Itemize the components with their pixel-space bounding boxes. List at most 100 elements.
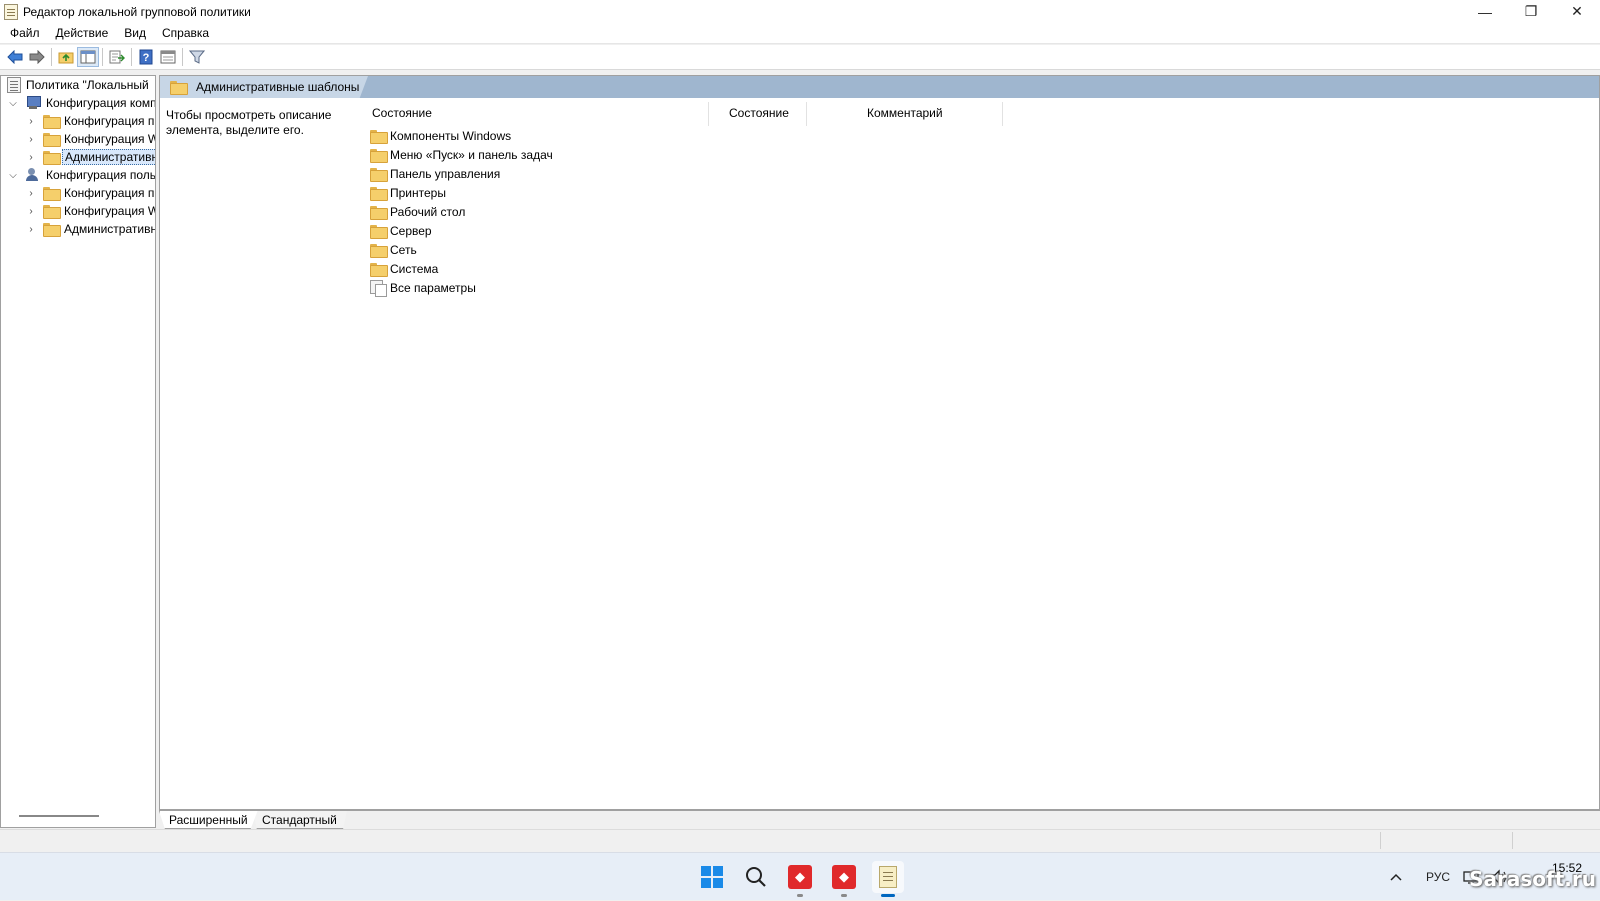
tree-item-windows-settings[interactable]: › Конфигурация W bbox=[25, 202, 155, 220]
view-tabs: Стандартный Расширенный bbox=[159, 810, 1600, 829]
console-tree-icon bbox=[80, 50, 96, 64]
window-title: Редактор локальной групповой политики bbox=[23, 4, 251, 19]
chevron-right-icon[interactable]: › bbox=[25, 151, 37, 163]
folder-icon bbox=[43, 151, 61, 165]
up-level-button[interactable] bbox=[55, 47, 77, 67]
folder-icon bbox=[370, 224, 388, 239]
list-item[interactable]: Панель управления bbox=[370, 164, 500, 183]
tree-item-user-config[interactable]: ⌵ Конфигурация поль bbox=[7, 166, 155, 184]
back-button[interactable] bbox=[4, 47, 26, 67]
forward-button[interactable] bbox=[26, 47, 48, 67]
tree-horizontal-scrollbar[interactable] bbox=[19, 815, 99, 817]
filter-button[interactable] bbox=[186, 47, 208, 67]
list-item[interactable]: Сервер bbox=[370, 221, 432, 240]
chevron-right-icon[interactable]: › bbox=[25, 115, 37, 127]
menu-bar: Файл Действие Вид Справка bbox=[0, 23, 1600, 44]
help-button[interactable]: ? bbox=[135, 47, 157, 67]
menu-help[interactable]: Справка bbox=[154, 23, 217, 44]
tray-overflow[interactable] bbox=[1390, 853, 1402, 901]
chevron-down-icon[interactable]: ⌵ bbox=[7, 169, 19, 181]
status-cell bbox=[1512, 832, 1600, 849]
folder-icon bbox=[43, 205, 61, 219]
anydesk-icon: ◆ bbox=[832, 865, 856, 889]
folder-icon bbox=[43, 223, 61, 237]
chevron-up-icon bbox=[1390, 873, 1402, 881]
chevron-right-icon[interactable]: › bbox=[25, 187, 37, 199]
taskbar-app-1[interactable]: ◆ bbox=[784, 861, 816, 897]
chevron-right-icon[interactable]: › bbox=[25, 133, 37, 145]
users-icon bbox=[25, 168, 41, 182]
list-item-label: Сеть bbox=[390, 242, 417, 257]
svg-text:?: ? bbox=[143, 52, 150, 64]
column-header-state[interactable]: Состояние bbox=[729, 100, 789, 126]
menu-file[interactable]: Файл bbox=[0, 23, 48, 44]
active-indicator bbox=[881, 894, 895, 897]
tree-item-label: Конфигурация комп bbox=[46, 96, 156, 110]
list-item-label: Рабочий стол bbox=[390, 204, 466, 219]
help-icon: ? bbox=[139, 49, 153, 65]
export-list-button[interactable] bbox=[106, 47, 128, 67]
folder-icon bbox=[370, 243, 388, 258]
chevron-right-icon[interactable]: › bbox=[25, 223, 37, 235]
tab-extended[interactable]: Расширенный bbox=[159, 811, 258, 829]
folder-icon bbox=[370, 262, 388, 277]
column-header-comment[interactable]: Комментарий bbox=[867, 100, 943, 126]
start-button[interactable] bbox=[696, 861, 728, 893]
list-item-label: Принтеры bbox=[390, 185, 446, 200]
tree-root[interactable]: Политика "Локальный bbox=[7, 76, 151, 94]
title-bar: Редактор локальной групповой политики — … bbox=[0, 0, 1600, 23]
tree-item-windows-settings[interactable]: › Конфигурация W bbox=[25, 130, 155, 148]
watermark-logo: Sarasoft.ru bbox=[1469, 867, 1596, 891]
list-item[interactable]: Сеть bbox=[370, 240, 417, 259]
show-hide-tree-button[interactable] bbox=[77, 47, 99, 67]
column-separator[interactable] bbox=[708, 102, 709, 126]
menu-view[interactable]: Вид bbox=[116, 23, 154, 44]
windows-logo-icon bbox=[701, 866, 723, 888]
close-button[interactable]: ✕ bbox=[1554, 0, 1600, 23]
settings-list: Состояние Состояние Комментарий Компонен… bbox=[368, 100, 1599, 809]
folder-icon bbox=[370, 186, 388, 201]
tree-item-admin-templates[interactable]: › Административн bbox=[25, 220, 156, 238]
chevron-right-icon[interactable]: › bbox=[25, 205, 37, 217]
list-item[interactable]: Система bbox=[370, 259, 438, 278]
tree-item-software-settings[interactable]: › Конфигурация п bbox=[25, 112, 155, 130]
tree-item-label: Конфигурация п bbox=[64, 114, 155, 128]
taskbar-app-2[interactable]: ◆ bbox=[828, 861, 860, 897]
taskbar-app-gpedit[interactable] bbox=[872, 861, 904, 897]
folder-icon bbox=[370, 129, 388, 144]
menu-action[interactable]: Действие bbox=[48, 23, 117, 44]
status-bar bbox=[0, 829, 1600, 850]
column-separator[interactable] bbox=[806, 102, 807, 126]
toolbar-separator bbox=[131, 48, 132, 66]
tree-item-computer-config[interactable]: ⌵ Конфигурация комп bbox=[7, 94, 156, 112]
column-separator[interactable] bbox=[1002, 102, 1003, 126]
tree-item-admin-templates[interactable]: › Административн bbox=[25, 148, 155, 166]
restore-button[interactable]: ❐ bbox=[1508, 0, 1554, 23]
toolbar: ? bbox=[0, 45, 1600, 70]
policy-icon bbox=[7, 77, 21, 93]
all-settings-icon bbox=[370, 280, 387, 297]
list-item[interactable]: Рабочий стол bbox=[370, 202, 465, 221]
list-item[interactable]: Меню «Пуск» и панель задач bbox=[370, 145, 553, 164]
search-icon bbox=[746, 867, 766, 887]
properties-button[interactable] bbox=[157, 47, 179, 67]
details-pane: Административные шаблоны Чтобы просмотре… bbox=[159, 75, 1600, 810]
search-button[interactable] bbox=[740, 861, 772, 893]
folder-icon bbox=[370, 205, 388, 220]
running-indicator bbox=[797, 894, 803, 897]
details-header-tab: Административные шаблоны bbox=[160, 76, 368, 98]
chevron-down-icon[interactable]: ⌵ bbox=[7, 97, 19, 109]
folder-icon bbox=[43, 133, 61, 147]
language-indicator[interactable]: РУС bbox=[1426, 853, 1450, 901]
list-item[interactable]: Принтеры bbox=[370, 183, 446, 202]
column-header-setting[interactable]: Состояние bbox=[372, 100, 432, 126]
tree-item-software-settings[interactable]: › Конфигурация п bbox=[25, 184, 155, 202]
taskbar: ◆ ◆ РУС 15:52 Sarasoft.ru bbox=[0, 852, 1600, 900]
list-item[interactable]: Компоненты Windows bbox=[370, 126, 511, 145]
tree-item-label: Административн bbox=[64, 222, 156, 236]
minimize-button[interactable]: — bbox=[1462, 0, 1508, 23]
policy-editor-icon bbox=[4, 3, 18, 20]
folder-up-icon bbox=[58, 52, 74, 64]
tab-standard[interactable]: Стандартный bbox=[253, 811, 347, 829]
list-item[interactable]: Все параметры bbox=[370, 278, 476, 297]
